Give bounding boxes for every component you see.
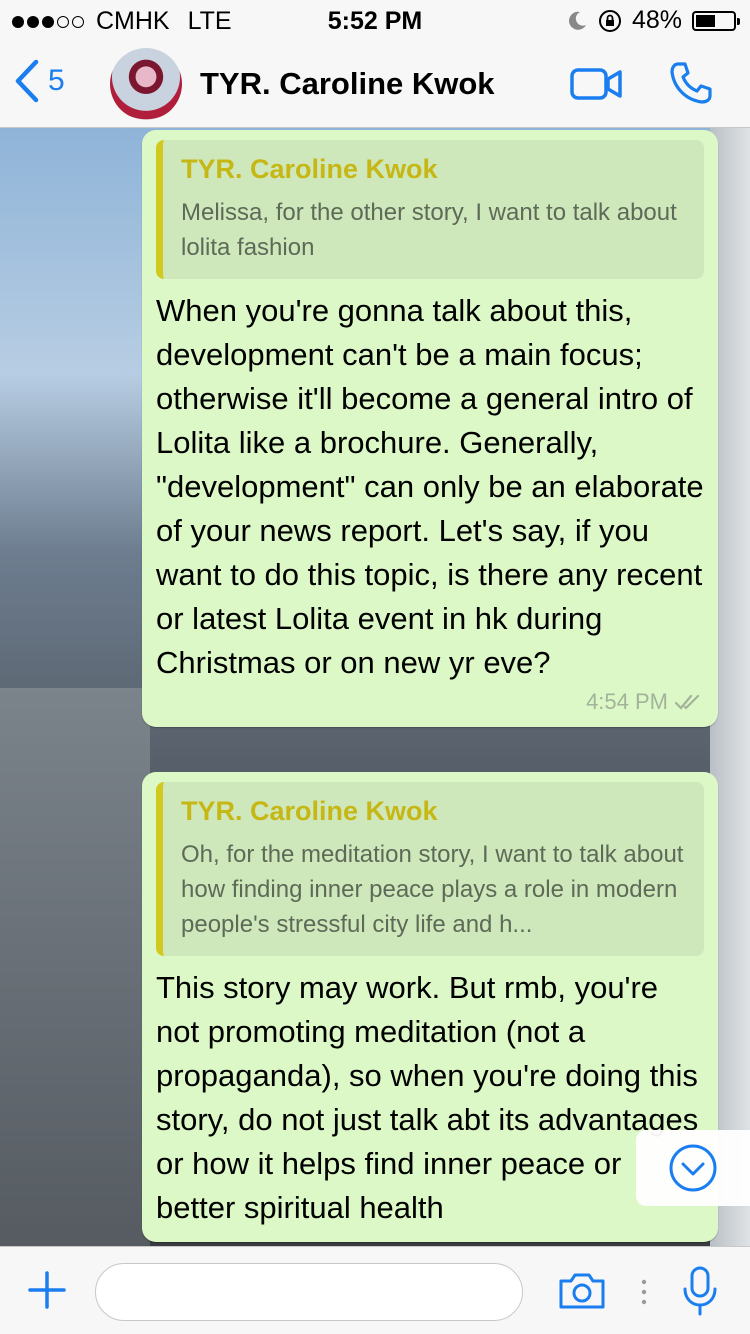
back-button[interactable]: 5 xyxy=(14,58,65,104)
message-text: This story may work. But rmb, you're not… xyxy=(156,970,699,1225)
chat-area[interactable]: TYR. Caroline Kwok Melissa, for the othe… xyxy=(0,128,750,1246)
double-check-icon xyxy=(674,694,700,710)
message-meta: 4:54 PM xyxy=(156,689,704,715)
camera-icon[interactable] xyxy=(557,1271,607,1311)
message-text: When you're gonna talk about this, devel… xyxy=(156,293,704,680)
quote-text: Oh, for the meditation story, I want to … xyxy=(181,841,684,938)
message-input[interactable] xyxy=(95,1263,523,1321)
quote-author: TYR. Caroline Kwok xyxy=(181,154,438,184)
plus-icon[interactable] xyxy=(26,1269,68,1311)
contact-name[interactable]: TYR. Caroline Kwok xyxy=(200,66,495,102)
chevron-down-circle-icon xyxy=(669,1144,717,1192)
wallpaper-street xyxy=(0,688,150,1246)
message-bubble[interactable]: TYR. Caroline Kwok Melissa, for the othe… xyxy=(142,130,718,727)
input-bar xyxy=(0,1246,750,1334)
quote-author: TYR. Caroline Kwok xyxy=(181,796,438,826)
battery-icon xyxy=(692,10,740,31)
do-not-disturb-icon xyxy=(569,11,586,30)
battery-percent: 48% xyxy=(631,6,682,34)
scroll-to-bottom-button[interactable] xyxy=(636,1130,750,1206)
status-bar: CMHK LTE 5:52 PM 48% xyxy=(0,0,750,40)
message-time: 4:54 PM xyxy=(586,689,668,714)
video-camera-icon[interactable] xyxy=(570,66,622,102)
phone-icon[interactable] xyxy=(668,60,714,106)
message-bubble[interactable]: TYR. Caroline Kwok Oh, for the meditatio… xyxy=(142,772,718,1242)
chat-header: 5 TYR. Caroline Kwok xyxy=(0,40,750,128)
chevron-left-icon xyxy=(15,59,39,103)
quoted-message[interactable]: TYR. Caroline Kwok Oh, for the meditatio… xyxy=(156,782,704,956)
orientation-lock-icon xyxy=(598,9,621,32)
quote-text: Melissa, for the other story, I want to … xyxy=(181,199,677,261)
quoted-message[interactable]: TYR. Caroline Kwok Melissa, for the othe… xyxy=(156,140,704,279)
separator-dots-icon xyxy=(641,1279,647,1305)
microphone-icon[interactable] xyxy=(680,1265,720,1317)
unread-count: 5 xyxy=(48,64,65,97)
avatar[interactable] xyxy=(110,48,182,120)
